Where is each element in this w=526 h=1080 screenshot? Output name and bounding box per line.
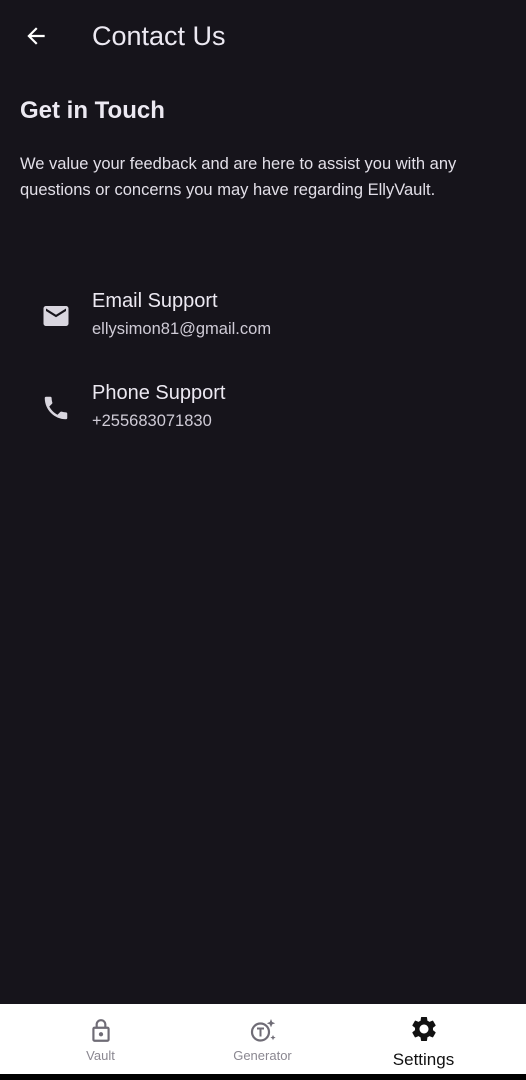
nav-item-generator[interactable]: Generator [175,1004,350,1074]
email-support-title: Email Support [92,290,218,312]
phone-number: +255683071830 [92,412,212,430]
back-button[interactable] [14,14,58,58]
arrow-left-icon [27,27,45,45]
bottom-navigation: Vault Generator Settings [0,1004,526,1074]
system-gesture-bar [0,1074,526,1080]
nav-label-generator: Generator [233,1048,292,1063]
mail-icon [40,300,72,332]
app-bar: Contact Us [0,0,526,72]
email-support-item[interactable]: Email Support ellysimon81@gmail.com [0,280,526,360]
gear-icon [409,1014,439,1044]
page-title: Contact Us [92,21,226,51]
lock-icon [86,1016,116,1046]
nav-item-settings[interactable]: Settings [336,1004,511,1074]
description-text: We value your feedback and are here to a… [20,155,457,199]
email-address: ellysimon81@gmail.com [92,320,272,338]
nav-label-settings: Settings [392,1050,455,1069]
phone-icon [40,392,72,424]
nav-item-vault[interactable]: Vault [13,1004,188,1074]
section-heading: Get in Touch [20,97,165,124]
nav-label-vault: Vault [86,1048,115,1063]
generator-icon [248,1016,278,1046]
phone-support-item[interactable]: Phone Support +255683071830 [0,372,526,452]
phone-support-title: Phone Support [92,382,226,404]
contact-us-screen: Contact Us Get in Touch We value your fe… [0,0,526,1080]
